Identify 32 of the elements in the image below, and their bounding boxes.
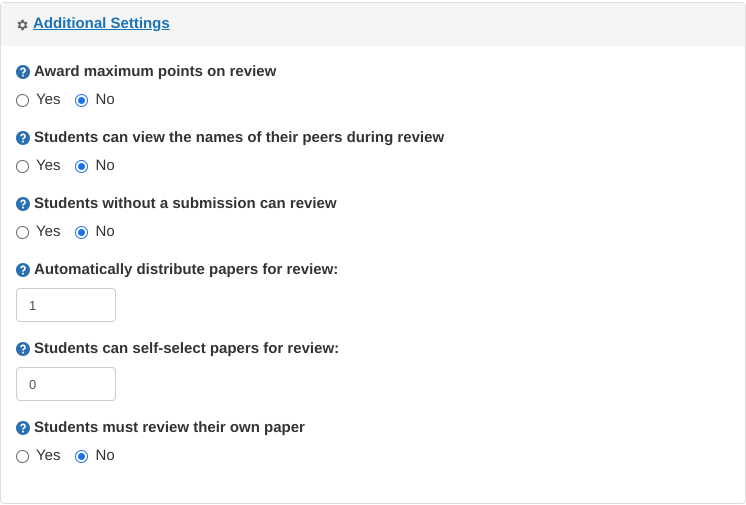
option-label: No bbox=[95, 90, 115, 110]
option-label: No bbox=[95, 156, 115, 176]
setting-label: Automatically distribute papers for review: bbox=[34, 260, 338, 280]
help-icon[interactable] bbox=[16, 131, 30, 145]
radio-button[interactable] bbox=[75, 160, 88, 172]
option-label: Yes bbox=[36, 446, 60, 466]
radio-button[interactable] bbox=[16, 160, 29, 172]
radio-button[interactable] bbox=[16, 450, 29, 462]
option-label: No bbox=[95, 222, 115, 242]
setting-label: Students without a submission can review bbox=[34, 194, 337, 214]
settings-link[interactable]: Additional Settings bbox=[15, 13, 170, 36]
help-icon[interactable] bbox=[16, 263, 30, 277]
help-icon[interactable] bbox=[16, 342, 30, 356]
radio-button[interactable] bbox=[75, 450, 88, 462]
option-label: Yes bbox=[36, 156, 60, 176]
help-icon[interactable] bbox=[16, 197, 30, 211]
option-label: Yes bbox=[36, 90, 60, 110]
gear-icon bbox=[15, 18, 29, 32]
setting-label: Students must review their own paper bbox=[34, 418, 305, 438]
number-field[interactable]: 0 bbox=[16, 367, 116, 401]
setting-label: Students can view the names of their peers during review bbox=[34, 128, 444, 148]
setting-label: Award maximum points on review bbox=[34, 62, 276, 82]
option-label: No bbox=[95, 446, 115, 466]
number-field[interactable]: 1 bbox=[16, 288, 116, 322]
radio-button[interactable] bbox=[75, 94, 88, 106]
help-icon[interactable] bbox=[16, 65, 30, 79]
radio-button[interactable] bbox=[16, 226, 29, 238]
radio-button[interactable] bbox=[75, 226, 88, 238]
setting-label: Students can self-select papers for review: bbox=[34, 339, 340, 359]
radio-button[interactable] bbox=[16, 94, 29, 106]
option-label: Yes bbox=[36, 222, 60, 242]
help-icon[interactable] bbox=[16, 421, 30, 435]
